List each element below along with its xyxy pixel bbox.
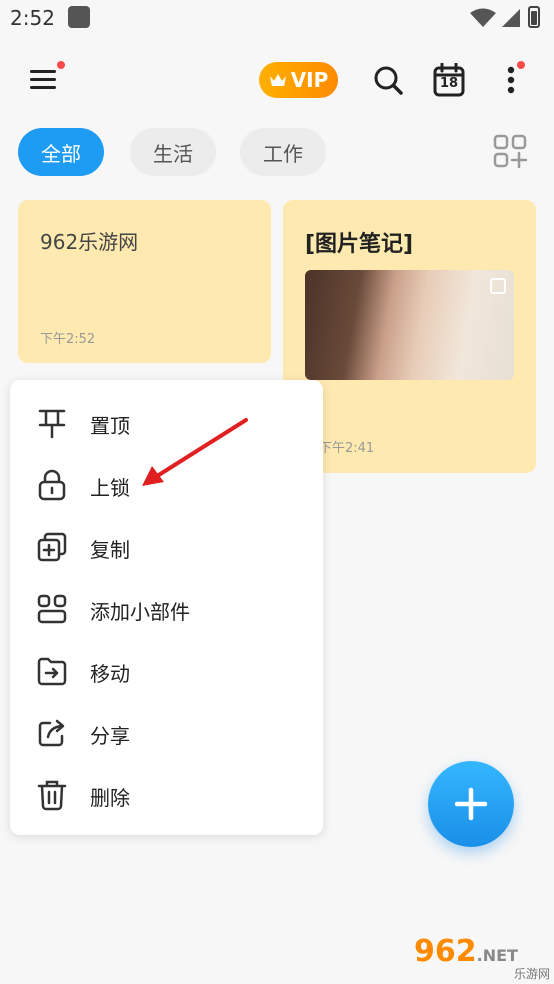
menu-item-label: 置顶 <box>90 414 130 438</box>
menu-item-pin[interactable]: 置顶 <box>10 392 323 454</box>
menu-item-lock[interactable]: 上锁 <box>10 454 323 516</box>
copy-icon <box>37 532 67 562</box>
new-note-button[interactable] <box>428 761 514 847</box>
pin-icon <box>38 409 66 439</box>
edit-notification-icon <box>68 6 90 28</box>
menu-item-add-widget[interactable]: 添加小部件 <box>10 578 323 640</box>
note-time: 下午2:52 <box>40 332 96 347</box>
crown-icon <box>269 74 286 86</box>
calendar-button[interactable]: 18 <box>433 62 465 97</box>
image-checkbox <box>490 278 506 294</box>
signal-icon <box>502 9 520 27</box>
watermark: 962 .NET 乐游网 <box>414 934 550 984</box>
menu-item-share[interactable]: 分享 <box>10 702 323 764</box>
plus-icon <box>454 787 488 821</box>
calendar-day: 18 <box>439 76 459 91</box>
menu-item-label: 移动 <box>90 662 130 686</box>
note-image <box>305 270 514 380</box>
tab-work[interactable]: 工作 <box>240 128 326 176</box>
menu-item-label: 复制 <box>90 538 130 562</box>
notification-dot <box>517 61 525 69</box>
category-manage-icon[interactable] <box>493 134 527 168</box>
note-card[interactable]: 962乐游网 下午2:52 <box>18 200 271 363</box>
move-folder-icon <box>37 657 67 686</box>
menu-item-delete[interactable]: 删除 <box>10 764 323 826</box>
context-menu: 置顶 上锁 复制 添加小部件 移动 分享 删除 <box>10 380 323 835</box>
lock-icon <box>38 469 66 501</box>
tab-all[interactable]: 全部 <box>18 128 104 176</box>
menu-button[interactable] <box>28 66 60 94</box>
vip-button[interactable]: VIP <box>259 62 338 98</box>
watermark-net: .NET <box>476 946 518 965</box>
watermark-logo: 962 <box>414 934 477 969</box>
menu-item-label: 分享 <box>90 724 130 748</box>
menu-item-label: 删除 <box>90 786 130 810</box>
menu-item-label: 上锁 <box>90 476 130 500</box>
share-icon <box>38 719 65 747</box>
note-title: [图片笔记] <box>305 232 414 257</box>
search-icon[interactable] <box>372 64 404 96</box>
menu-item-label: 添加小部件 <box>90 600 190 624</box>
widget-icon <box>37 594 67 624</box>
wifi-icon <box>470 8 496 27</box>
status-bar: 2:52 <box>0 0 554 40</box>
tab-life[interactable]: 生活 <box>130 128 216 176</box>
menu-item-move[interactable]: 移动 <box>10 640 323 702</box>
status-time: 2:52 <box>10 6 55 30</box>
note-title: 962乐游网 <box>40 230 139 254</box>
vip-label: VIP <box>290 68 329 92</box>
notification-dot <box>57 61 65 69</box>
trash-icon <box>37 780 67 811</box>
note-time: 下午2:41 <box>319 441 375 456</box>
menu-item-copy[interactable]: 复制 <box>10 516 323 578</box>
battery-icon <box>528 6 540 28</box>
